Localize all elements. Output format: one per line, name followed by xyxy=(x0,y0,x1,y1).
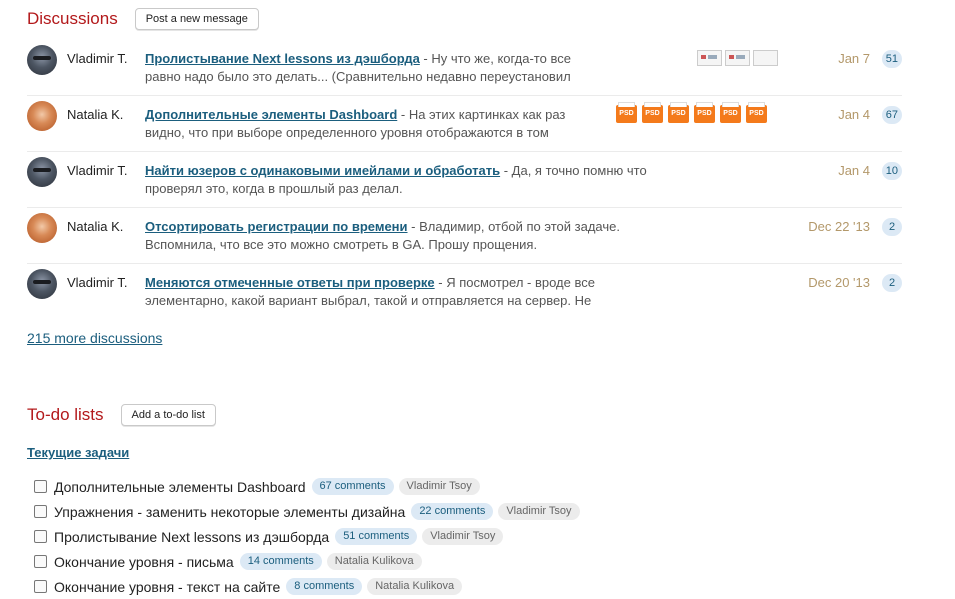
psd-file-icon[interactable]: PSD xyxy=(694,102,715,123)
image-thumbnail[interactable] xyxy=(725,50,750,66)
todo-checkbox[interactable] xyxy=(34,530,47,543)
discussion-author: Vladimir T. xyxy=(67,275,128,290)
discussion-author: Natalia K. xyxy=(67,107,124,122)
todo-label[interactable]: Окончание уровня - письма xyxy=(54,554,234,570)
psd-file-icon[interactable]: PSD xyxy=(720,102,741,123)
discussion-row[interactable]: Vladimir T. Найти юзеров с одинаковыми и… xyxy=(27,152,902,208)
todo-checkbox[interactable] xyxy=(34,505,47,518)
post-new-message-button[interactable]: Post a new message xyxy=(134,8,259,30)
todo-comments-badge[interactable]: 22 comments xyxy=(411,503,494,520)
comment-count-badge[interactable]: 51 xyxy=(881,50,902,68)
avatar xyxy=(27,213,57,243)
discussion-subject-link[interactable]: Дополнительные элементы Dashboard xyxy=(145,107,397,122)
todo-items: Дополнительные элементы Dashboard 67 com… xyxy=(34,474,585,599)
todo-item: Пролистывание Next lessons из дэшборда 5… xyxy=(34,524,585,549)
psd-file-icon[interactable]: PSD xyxy=(616,102,637,123)
todo-list-title-link[interactable]: Текущие задачи xyxy=(27,445,129,460)
discussion-subject-link[interactable]: Пролистывание Next lessons из дэшборда xyxy=(145,51,420,66)
todo-item: Окончание уровня - письма 14 comments Na… xyxy=(34,549,585,574)
todo-checkbox[interactable] xyxy=(34,580,47,593)
discussions-header: Discussions Post a new message xyxy=(27,8,259,30)
todo-label[interactable]: Окончание уровня - текст на сайте xyxy=(54,579,280,595)
avatar xyxy=(27,157,57,187)
discussion-excerpt: Найти юзеров с одинаковыми имейлами и об… xyxy=(145,162,675,198)
todo-assignee-badge[interactable]: Natalia Kulikova xyxy=(326,553,422,570)
discussion-row[interactable]: Vladimir T. Меняются отмеченные ответы п… xyxy=(27,264,902,319)
todo-comments-badge[interactable]: 51 comments xyxy=(335,528,418,545)
todo-assignee-badge[interactable]: Vladimir Tsoy xyxy=(422,528,504,545)
psd-file-icon[interactable]: PSD xyxy=(746,102,767,123)
todo-item: Окончание уровня - текст на сайте 8 comm… xyxy=(34,574,585,599)
psd-attachments: PSD PSD PSD PSD PSD PSD xyxy=(616,102,767,123)
psd-file-icon[interactable]: PSD xyxy=(642,102,663,123)
todo-lists-header: To-do lists Add a to-do list xyxy=(27,404,216,426)
todo-assignee-badge[interactable]: Natalia Kulikova xyxy=(367,578,463,595)
discussion-date: Dec 22 '13 xyxy=(808,219,870,234)
todo-label[interactable]: Упражнения - заменить некоторые элементы… xyxy=(54,504,405,520)
discussion-author: Natalia K. xyxy=(67,219,124,234)
avatar xyxy=(27,269,57,299)
more-discussions-link[interactable]: 215 more discussions xyxy=(27,330,162,346)
discussion-subject-link[interactable]: Меняются отмеченные ответы при проверке xyxy=(145,275,435,290)
discussion-subject-link[interactable]: Найти юзеров с одинаковыми имейлами и об… xyxy=(145,163,500,178)
discussion-author: Vladimir T. xyxy=(67,163,128,178)
todo-lists-title: To-do lists xyxy=(27,405,104,424)
discussion-excerpt: Меняются отмеченные ответы при проверке … xyxy=(145,274,675,310)
discussion-subject-link[interactable]: Отсортировать регистрации по времени xyxy=(145,219,408,234)
todo-checkbox[interactable] xyxy=(34,555,47,568)
discussions-title: Discussions xyxy=(27,9,118,28)
comment-count-badge[interactable]: 67 xyxy=(881,106,902,124)
comment-count-badge[interactable]: 2 xyxy=(882,274,902,292)
discussion-excerpt: Пролистывание Next lessons из дэшборда -… xyxy=(145,50,590,86)
discussion-excerpt: Отсортировать регистрации по времени - В… xyxy=(145,218,675,254)
todo-item: Упражнения - заменить некоторые элементы… xyxy=(34,499,585,524)
comment-count-badge[interactable]: 10 xyxy=(881,162,902,180)
discussion-date: Jan 4 xyxy=(838,163,870,178)
psd-file-icon[interactable]: PSD xyxy=(668,102,689,123)
avatar xyxy=(27,45,57,75)
avatar xyxy=(27,101,57,131)
comment-count-badge[interactable]: 2 xyxy=(882,218,902,236)
todo-assignee-badge[interactable]: Vladimir Tsoy xyxy=(498,503,580,520)
discussion-date: Jan 4 xyxy=(838,107,870,122)
discussion-date: Jan 7 xyxy=(838,51,870,66)
discussion-row[interactable]: Natalia K. Дополнительные элементы Dashb… xyxy=(27,96,902,152)
discussion-date: Dec 20 '13 xyxy=(808,275,870,290)
discussion-row[interactable]: Natalia K. Отсортировать регистрации по … xyxy=(27,208,902,264)
todo-label[interactable]: Пролистывание Next lessons из дэшборда xyxy=(54,529,329,545)
todo-item: Дополнительные элементы Dashboard 67 com… xyxy=(34,474,585,499)
add-todo-list-button[interactable]: Add a to-do list xyxy=(120,404,216,426)
todo-label[interactable]: Дополнительные элементы Dashboard xyxy=(54,479,306,495)
discussion-row[interactable]: Vladimir T. Пролистывание Next lessons и… xyxy=(27,40,902,96)
discussions-list: Vladimir T. Пролистывание Next lessons и… xyxy=(27,40,902,319)
image-thumbnail[interactable] xyxy=(753,50,778,66)
todo-comments-badge[interactable]: 14 comments xyxy=(239,553,322,570)
discussion-excerpt: Дополнительные элементы Dashboard - На э… xyxy=(145,106,590,142)
todo-comments-badge[interactable]: 8 comments xyxy=(286,578,363,595)
todo-checkbox[interactable] xyxy=(34,480,47,493)
todo-assignee-badge[interactable]: Vladimir Tsoy xyxy=(398,478,480,495)
todo-comments-badge[interactable]: 67 comments xyxy=(311,478,394,495)
discussion-author: Vladimir T. xyxy=(67,51,128,66)
image-thumbnail[interactable] xyxy=(697,50,722,66)
attachment-thumbnails xyxy=(697,50,778,66)
